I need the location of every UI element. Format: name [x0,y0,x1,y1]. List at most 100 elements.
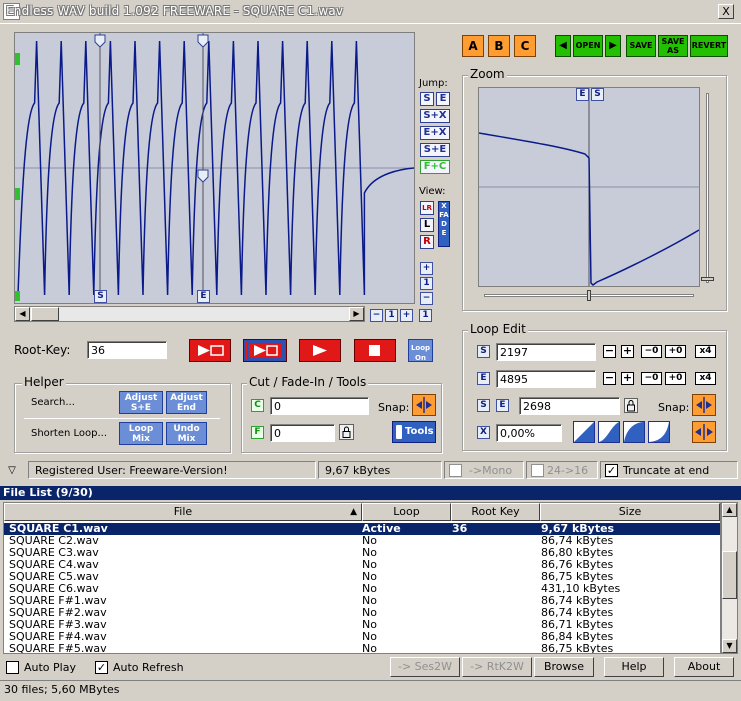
root-key-input[interactable] [87,341,167,359]
loop-mix-button[interactable]: Loop Mix [119,422,163,445]
loop-end-marker[interactable]: E [197,290,210,303]
loop-start-input[interactable] [496,343,596,361]
cut-snap-button[interactable] [412,394,436,416]
ses2w-button[interactable]: -> Ses2W [390,657,460,677]
browse-button[interactable]: Browse [534,657,594,677]
bits-checkbox[interactable] [531,464,544,477]
length-s-button[interactable]: S [477,399,490,412]
zoom-vertical-slider[interactable] [706,93,709,283]
slot-a-button[interactable]: A [462,35,484,57]
zoom-horizontal-thumb[interactable] [587,290,591,301]
loop-end-input[interactable] [496,370,596,388]
fade-input[interactable] [270,424,335,442]
play-loop-button[interactable] [189,339,231,362]
start-plus0-button[interactable]: +0 [665,345,686,358]
wave-scrollbar[interactable]: ◀ ▶ [14,306,365,322]
adjust-se-button[interactable]: Adjust S+E [119,391,163,414]
start-minus0-button[interactable]: −0 [641,345,662,358]
crossfade-input[interactable] [496,424,562,442]
xfade-view-button[interactable]: XFADE [438,201,450,247]
fade-soft-icon[interactable] [598,421,620,443]
help-button[interactable]: Help [604,657,664,677]
scroll-thumb[interactable] [31,307,59,321]
column-loop[interactable]: Loop [362,503,451,521]
fade-curve-icon[interactable] [623,421,645,443]
view-lr-button[interactable]: LR [420,201,434,215]
waveform-view[interactable]: S E [14,32,415,304]
end-x4-button[interactable]: x4 [695,372,716,385]
file-row[interactable]: SQUARE F#5.wav No 86,75 kBytes [4,643,720,654]
column-file[interactable]: File ▲ [4,503,362,521]
view-l-button[interactable]: L [420,218,434,232]
undo-mix-button[interactable]: Undo Mix [166,422,207,445]
file-list-table[interactable]: File ▲ Loop Root Key Size SQUARE C1.wav A… [3,502,721,654]
jump-e-plus-x-button[interactable]: E+X [420,126,450,140]
wave-zoom-in-button[interactable]: + [400,309,413,322]
auto-refresh-checkbox[interactable]: ✓ [95,661,108,674]
rtk2w-button[interactable]: -> RtK2W [462,657,532,677]
scroll-down-icon[interactable]: ▼ [722,639,737,653]
next-file-button[interactable]: ▶ [605,35,621,57]
jump-s-plus-x-button[interactable]: S+X [420,109,450,123]
view-r-button[interactable]: R [420,235,434,249]
scroll-right-icon[interactable]: ▶ [349,307,364,321]
end-minus0-button[interactable]: −0 [641,372,662,385]
wave-zoom-reset-button[interactable]: 1 [419,309,432,322]
wave-zoom-1-button[interactable]: 1 [385,309,398,322]
xfade-tool-button[interactable] [692,421,716,443]
truncate-checkbox[interactable]: ✓ [605,464,618,477]
zoom-end-marker[interactable]: E [576,88,589,101]
start-plus-button[interactable]: + [621,345,634,358]
zoom-view[interactable] [478,87,700,287]
view-zoom-out-button[interactable]: − [420,292,433,305]
open-button[interactable]: OPEN [573,35,603,57]
crossfade-x-label[interactable]: X [477,426,490,439]
save-as-button[interactable]: SAVE AS [658,35,688,57]
slot-c-button[interactable]: C [514,35,536,57]
end-minus-button[interactable]: − [603,372,616,385]
fade-linear-icon[interactable] [573,421,595,443]
file-list-scroll-thumb[interactable] [722,551,737,599]
jump-s-plus-e-button[interactable]: S+E [420,143,450,157]
loop-end-label[interactable]: E [477,372,490,385]
jump-s-button[interactable]: S [420,92,434,106]
play-selection-button[interactable] [243,339,287,362]
scroll-up-icon[interactable]: ▲ [722,503,737,517]
collapse-toggle-icon[interactable]: ▽ [4,463,20,478]
jump-e-button[interactable]: E [436,92,450,106]
fade-lock-icon[interactable] [339,424,354,440]
loop-snap-button[interactable] [692,394,716,416]
prev-file-button[interactable]: ◀ [555,35,571,57]
start-x4-button[interactable]: x4 [695,345,716,358]
slot-b-button[interactable]: B [488,35,510,57]
fade-f-label[interactable]: F [251,426,264,439]
wave-zoom-out-button[interactable]: − [370,309,383,322]
fade-exp-icon[interactable] [648,421,670,443]
end-plus-button[interactable]: + [621,372,634,385]
column-root-key[interactable]: Root Key [451,503,540,521]
cut-c-label[interactable]: C [251,399,264,412]
column-size[interactable]: Size [540,503,720,521]
loop-start-marker[interactable]: S [94,290,107,303]
lock-icon[interactable] [624,398,638,413]
file-list-scrollbar[interactable]: ▲ ▼ [721,502,738,654]
mono-checkbox[interactable] [449,464,462,477]
cut-input[interactable] [270,397,369,415]
auto-play-checkbox[interactable] [6,661,19,674]
loop-length-input[interactable] [519,397,620,415]
scroll-left-icon[interactable]: ◀ [15,307,30,321]
about-button[interactable]: About [674,657,734,677]
play-button[interactable] [299,339,341,362]
jump-f-plus-c-button[interactable]: F+C [420,160,450,174]
save-button[interactable]: SAVE [626,35,656,57]
loop-on-button[interactable]: Loop On [408,339,433,362]
end-plus0-button[interactable]: +0 [665,372,686,385]
start-minus-button[interactable]: − [603,345,616,358]
view-zoom-1-button[interactable]: 1 [420,277,433,290]
zoom-start-marker[interactable]: S [591,88,604,101]
zoom-vertical-thumb[interactable] [701,277,714,281]
view-zoom-in-button[interactable]: + [420,262,433,275]
loop-start-label[interactable]: S [477,345,490,358]
adjust-end-button[interactable]: Adjust End [166,391,207,414]
revert-button[interactable]: REVERT [690,35,728,57]
